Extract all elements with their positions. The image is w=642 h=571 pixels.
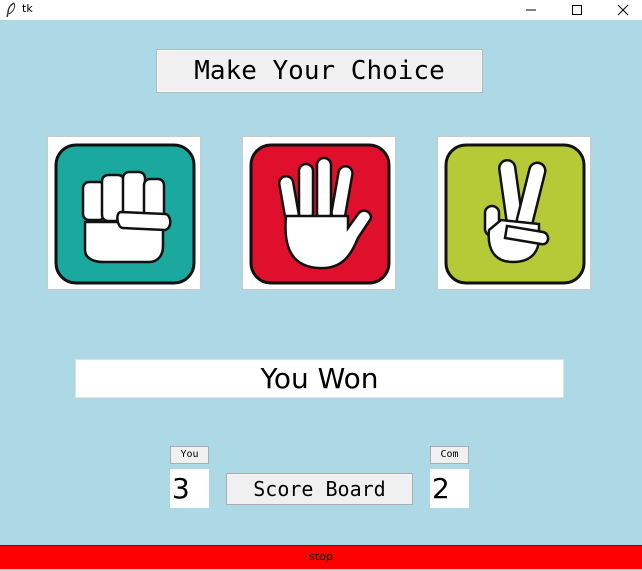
close-icon bbox=[617, 4, 629, 16]
paper-button[interactable] bbox=[242, 136, 396, 290]
open-hand-icon bbox=[249, 143, 391, 285]
maximize-button[interactable] bbox=[554, 0, 600, 20]
rock-button[interactable] bbox=[47, 136, 201, 290]
com-score: 2 bbox=[430, 469, 469, 508]
stop-button[interactable]: stop bbox=[0, 545, 642, 569]
com-label: Com bbox=[430, 446, 469, 464]
close-button[interactable] bbox=[600, 0, 642, 20]
fist-icon bbox=[54, 143, 196, 285]
title-bar: tk bbox=[0, 0, 642, 20]
scissors-button[interactable] bbox=[437, 136, 591, 290]
page-title: Make Your Choice bbox=[156, 49, 483, 93]
minimize-icon bbox=[526, 9, 536, 11]
maximize-icon bbox=[572, 5, 582, 15]
you-label: You bbox=[170, 446, 209, 464]
score-board-button[interactable]: Score Board bbox=[226, 473, 413, 505]
you-score: 3 bbox=[170, 469, 209, 508]
window-title: tk bbox=[22, 2, 33, 15]
feather-icon bbox=[4, 2, 18, 18]
minimize-button[interactable] bbox=[508, 0, 554, 20]
peace-sign-icon bbox=[444, 143, 586, 285]
result-display: You Won bbox=[75, 359, 564, 398]
